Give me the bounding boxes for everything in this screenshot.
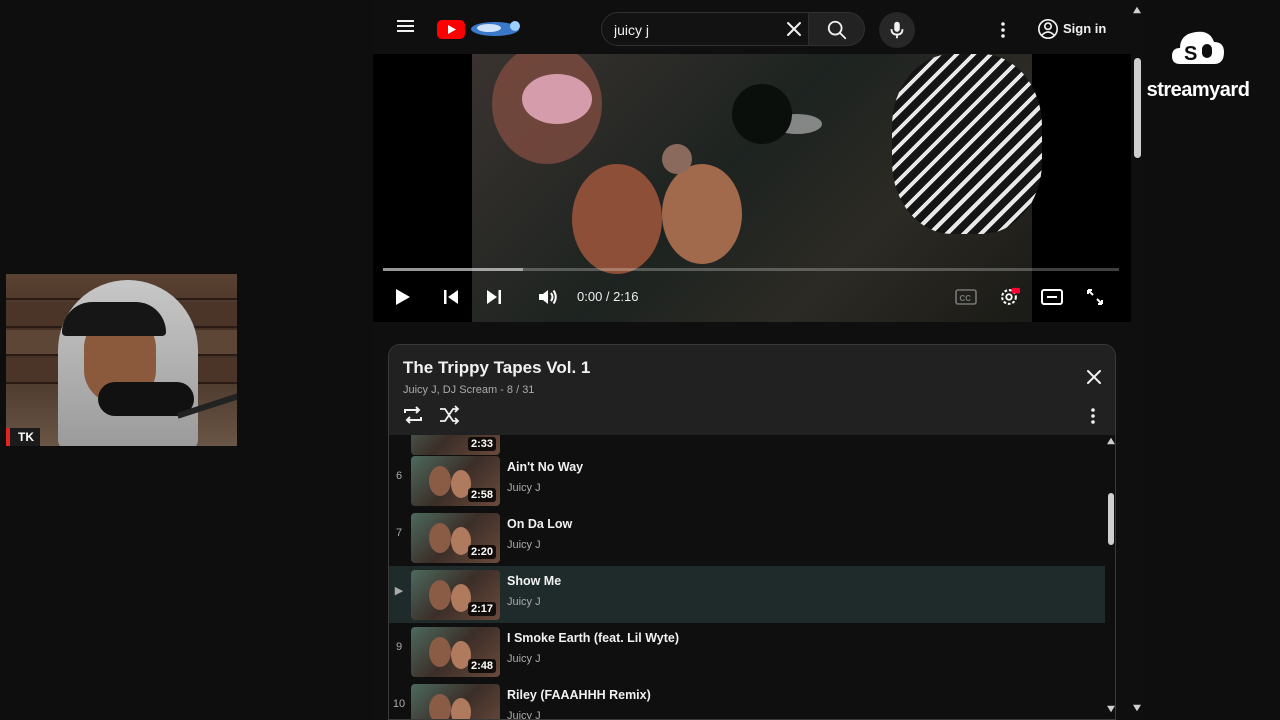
captions-button[interactable]: CC (951, 284, 981, 310)
playlist-meta: Juicy J, DJ Scream - 8 / 31 (403, 384, 535, 396)
settings-kebab-icon[interactable] (991, 18, 1015, 42)
item-artist: Juicy J (507, 596, 541, 608)
sign-in-label: Sign in (1063, 21, 1107, 36)
voice-search-button[interactable] (879, 12, 915, 48)
streamyard-logo: S streamyard (1140, 24, 1256, 101)
previous-icon (444, 290, 458, 304)
playlist-title[interactable]: The Trippy Tapes Vol. 1 (403, 358, 590, 378)
item-title[interactable]: Riley (FAAAHHH Remix) (507, 688, 651, 702)
playlist-menu-icon[interactable] (1085, 405, 1101, 427)
settings-button[interactable] (994, 284, 1024, 310)
streamyard-mark-icon: S (1172, 31, 1224, 65)
webcam-name-label: TK (6, 428, 40, 446)
clear-search-icon[interactable] (783, 18, 805, 40)
video-frame[interactable] (472, 54, 1042, 322)
streamyard-wordmark: streamyard (1146, 79, 1250, 101)
mute-button[interactable] (533, 284, 563, 310)
duration-badge: 2:48 (467, 659, 496, 673)
duration-badge: 2:33 (467, 437, 496, 451)
page-scrollbar-thumb[interactable] (1134, 58, 1141, 158)
playlist-item[interactable]: 9 2:48 I Smoke Earth (feat. Lil Wyte) Ju… (389, 623, 1105, 680)
webcam-feed: TK (6, 274, 237, 446)
search-box (601, 12, 809, 46)
youtube-topbar: Sign in (373, 0, 1131, 56)
search-icon (827, 20, 847, 40)
volume-icon (539, 289, 557, 305)
search-button[interactable] (809, 12, 865, 46)
theater-icon (1041, 289, 1063, 305)
youtube-window: Sign in (373, 0, 1131, 720)
play-icon (396, 289, 410, 305)
duration-badge: 2:20 (467, 545, 496, 559)
fullscreen-icon (1087, 289, 1103, 305)
playlist-scrollbar[interactable] (1105, 435, 1116, 719)
youtube-logo[interactable] (437, 18, 527, 40)
progress-buffer (383, 268, 523, 271)
item-title[interactable]: Ain't No Way (507, 460, 583, 474)
microphone-icon (890, 21, 904, 39)
scroll-up-arrow-icon[interactable] (1132, 6, 1142, 14)
playlist-item[interactable]: 7 2:20 On Da Low Juicy J (389, 509, 1105, 566)
item-artist: Juicy J (507, 539, 541, 551)
item-title[interactable]: I Smoke Earth (feat. Lil Wyte) (507, 631, 679, 645)
account-icon (1038, 19, 1058, 39)
sign-in-button[interactable]: Sign in (1027, 14, 1119, 44)
captions-icon: CC (955, 289, 977, 305)
gear-icon (1001, 287, 1020, 305)
video-thumbnail[interactable]: 2:48 (411, 627, 500, 677)
search-input[interactable] (614, 20, 774, 40)
stream-canvas: TK S streamyard juicy j Sign in 0:00 / 2… (0, 0, 1280, 720)
playlist-item[interactable]: 6 2:58 Ain't No Way Juicy J (389, 452, 1105, 509)
previous-button[interactable] (436, 284, 466, 310)
video-player[interactable]: 0:00 / 2:16 CC (373, 54, 1131, 322)
scroll-up-arrow-icon[interactable] (1106, 437, 1116, 445)
video-thumbnail[interactable]: 2:20 (411, 513, 500, 563)
video-thumbnail[interactable]: 2:58 (411, 456, 500, 506)
video-thumbnail[interactable]: 2:17 (411, 570, 500, 620)
duration-badge: 2:58 (467, 488, 496, 502)
next-button[interactable] (479, 284, 509, 310)
time-display: 0:00 / 2:16 (577, 289, 639, 304)
item-artist: Juicy J (507, 482, 541, 494)
fullscreen-button[interactable] (1080, 284, 1110, 310)
playlist-item-active[interactable]: ▶ 2:17 Show Me Juicy J (389, 566, 1105, 623)
shuffle-icon[interactable] (437, 404, 461, 426)
item-index: 9 (395, 641, 403, 653)
next-icon (487, 290, 501, 304)
item-title[interactable]: On Da Low (507, 517, 572, 531)
playlist-items: 2:33 6 2:58 Ain't No Way Juicy J 7 2:20 … (389, 435, 1105, 720)
scroll-down-arrow-icon[interactable] (1132, 704, 1142, 712)
playlist-item[interactable]: 10 Riley (FAAAHHH Remix) Juicy J (389, 680, 1105, 720)
item-artist: Juicy J (507, 653, 541, 665)
item-index: 10 (392, 698, 406, 710)
close-icon[interactable] (1083, 366, 1105, 388)
play-button[interactable] (387, 284, 417, 310)
hamburger-menu-icon[interactable] (393, 17, 417, 39)
playlist-panel: The Trippy Tapes Vol. 1 Juicy J, DJ Scre… (388, 344, 1116, 720)
progress-bar[interactable] (383, 268, 1119, 271)
item-title[interactable]: Show Me (507, 574, 561, 588)
page-scrollbar[interactable] (1131, 0, 1143, 720)
svg-text:CC: CC (960, 294, 972, 303)
theater-mode-button[interactable] (1037, 284, 1067, 310)
item-index: 6 (395, 470, 403, 482)
scroll-down-arrow-icon[interactable] (1106, 705, 1116, 713)
duration-badge: 2:17 (467, 602, 496, 616)
playlist-scrollbar-thumb[interactable] (1108, 493, 1114, 545)
loop-icon[interactable] (401, 404, 425, 426)
playlist-header: The Trippy Tapes Vol. 1 Juicy J, DJ Scre… (389, 345, 1115, 435)
video-thumbnail[interactable] (411, 684, 500, 719)
svg-text:S: S (1184, 43, 1197, 65)
now-playing-indicator: ▶ (394, 585, 404, 597)
item-artist: Juicy J (507, 710, 541, 720)
item-index: 7 (395, 527, 403, 539)
